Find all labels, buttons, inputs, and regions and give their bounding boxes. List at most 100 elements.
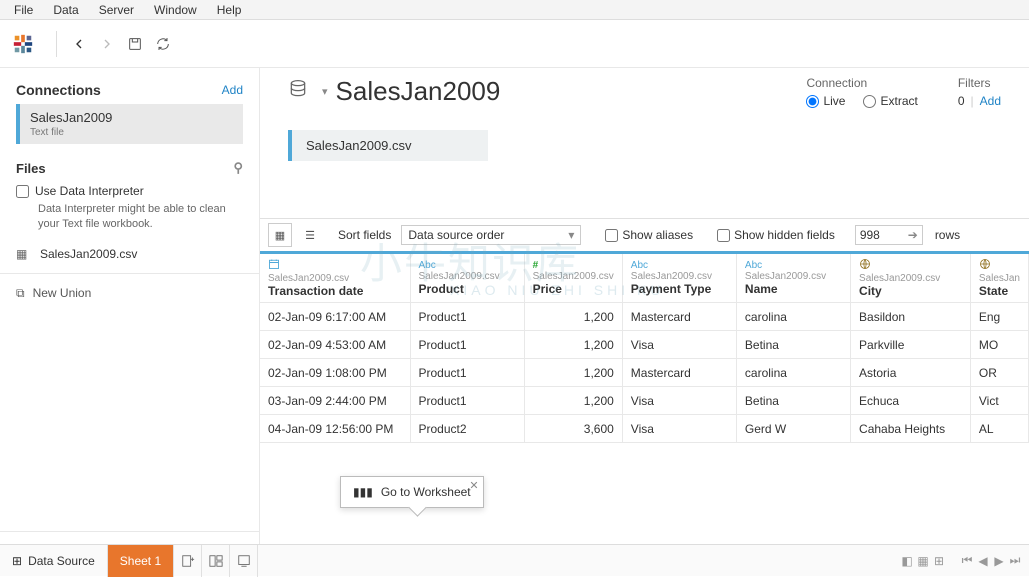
- connection-item[interactable]: SalesJan2009 Text file: [16, 104, 243, 144]
- table-cell[interactable]: 02-Jan-09 4:53:00 AM: [260, 331, 410, 359]
- table-cell[interactable]: Gerd W: [736, 415, 850, 443]
- table-cell[interactable]: Parkville: [851, 331, 971, 359]
- sort-fields-select[interactable]: Data source order▾: [401, 225, 581, 245]
- table-cell[interactable]: Product1: [410, 359, 524, 387]
- first-icon[interactable]: ⏮: [961, 555, 973, 567]
- data-grid: SalesJan2009.csvTransaction dateAbcSales…: [260, 251, 1029, 443]
- table-row[interactable]: 02-Jan-09 4:53:00 AMProduct11,200VisaBet…: [260, 331, 1029, 359]
- add-connection-link[interactable]: Add: [222, 83, 243, 97]
- table-cell[interactable]: Astoria: [851, 359, 971, 387]
- rows-input[interactable]: 998➔: [855, 225, 923, 245]
- connections-title: Connections: [16, 82, 101, 98]
- data-source-tab[interactable]: ⊞ Data Source: [0, 545, 108, 577]
- list-view-button[interactable]: ☰: [298, 223, 322, 247]
- search-icon[interactable]: ⚲: [233, 160, 243, 176]
- column-header[interactable]: SalesJan2009.csvCity: [851, 254, 971, 303]
- menu-window[interactable]: Window: [144, 1, 207, 19]
- column-header[interactable]: AbcSalesJan2009.csvPayment Type: [622, 254, 736, 303]
- table-cell[interactable]: Eng: [970, 303, 1028, 331]
- table-cell[interactable]: carolina: [736, 303, 850, 331]
- table-cell[interactable]: Basildon: [851, 303, 971, 331]
- table-cell[interactable]: 3,600: [524, 415, 622, 443]
- database-icon: [288, 76, 308, 107]
- prev-icon[interactable]: ◀: [977, 555, 989, 567]
- files-title: Files: [16, 161, 46, 176]
- table-cell[interactable]: 03-Jan-09 2:44:00 PM: [260, 387, 410, 415]
- connection-label: Connection: [806, 76, 917, 90]
- table-cell[interactable]: OR: [970, 359, 1028, 387]
- column-header[interactable]: #SalesJan2009.csvPrice: [524, 254, 622, 303]
- last-icon[interactable]: ⏭: [1009, 555, 1021, 567]
- live-radio[interactable]: Live: [806, 94, 845, 108]
- show-hidden-checkbox[interactable]: Show hidden fields: [717, 228, 835, 242]
- add-filter-link[interactable]: Add: [980, 94, 1001, 108]
- show-filmstrip-icon[interactable]: ◧: [901, 555, 913, 567]
- table-cell[interactable]: 1,200: [524, 331, 622, 359]
- close-icon[interactable]: ✕: [469, 479, 478, 492]
- back-button[interactable]: [65, 30, 93, 58]
- menu-server[interactable]: Server: [89, 1, 144, 19]
- new-dashboard-button[interactable]: [202, 545, 230, 577]
- table-cell[interactable]: Visa: [622, 331, 736, 359]
- table-cell[interactable]: Mastercard: [622, 359, 736, 387]
- sheet1-tab[interactable]: Sheet 1: [108, 545, 174, 577]
- column-header[interactable]: SalesJanState: [970, 254, 1028, 303]
- new-union-button[interactable]: ⧉ New Union: [0, 280, 259, 307]
- table-cell[interactable]: 1,200: [524, 387, 622, 415]
- join-canvas[interactable]: SalesJan2009.csv: [260, 108, 1029, 218]
- show-tabs-icon[interactable]: ⊞: [933, 555, 945, 567]
- table-cell[interactable]: 02-Jan-09 6:17:00 AM: [260, 303, 410, 331]
- table-cell[interactable]: carolina: [736, 359, 850, 387]
- forward-button[interactable]: [93, 30, 121, 58]
- connection-type: Text file: [30, 127, 233, 138]
- table-icon: ▦: [16, 247, 32, 261]
- use-data-interpreter-label: Use Data Interpreter: [35, 184, 144, 198]
- table-row[interactable]: 02-Jan-09 6:17:00 AMProduct11,200Masterc…: [260, 303, 1029, 331]
- table-cell[interactable]: 02-Jan-09 1:08:00 PM: [260, 359, 410, 387]
- table-cell[interactable]: Visa: [622, 415, 736, 443]
- menu-file[interactable]: File: [4, 1, 43, 19]
- table-row[interactable]: 02-Jan-09 1:08:00 PMProduct11,200Masterc…: [260, 359, 1029, 387]
- show-sheets-icon[interactable]: ▦: [917, 555, 929, 567]
- content-area: ▾ SalesJan2009 Connection Live Extract F…: [260, 68, 1029, 544]
- grid-view-button[interactable]: ▦: [268, 223, 292, 247]
- menu-bar: File Data Server Window Help: [0, 0, 1029, 20]
- table-cell[interactable]: Betina: [736, 331, 850, 359]
- table-cell[interactable]: Vict: [970, 387, 1028, 415]
- table-cell[interactable]: 04-Jan-09 12:56:00 PM: [260, 415, 410, 443]
- datasource-title[interactable]: ▾ SalesJan2009: [288, 76, 500, 107]
- column-header[interactable]: AbcSalesJan2009.csvProduct: [410, 254, 524, 303]
- table-cell[interactable]: MO: [970, 331, 1028, 359]
- table-cell[interactable]: Echuca: [851, 387, 971, 415]
- menu-data[interactable]: Data: [43, 1, 88, 19]
- table-row[interactable]: 04-Jan-09 12:56:00 PMProduct23,600VisaGe…: [260, 415, 1029, 443]
- save-button[interactable]: [121, 30, 149, 58]
- menu-help[interactable]: Help: [207, 1, 252, 19]
- table-cell[interactable]: 1,200: [524, 359, 622, 387]
- table-pill[interactable]: SalesJan2009.csv: [288, 130, 488, 161]
- new-worksheet-button[interactable]: [174, 545, 202, 577]
- connection-name: SalesJan2009: [30, 110, 233, 125]
- table-cell[interactable]: Product1: [410, 387, 524, 415]
- column-header[interactable]: SalesJan2009.csvTransaction date: [260, 254, 410, 303]
- refresh-button[interactable]: [149, 30, 177, 58]
- go-to-worksheet-tooltip[interactable]: ▮▮▮ Go to Worksheet ✕: [340, 476, 484, 508]
- table-cell[interactable]: Betina: [736, 387, 850, 415]
- column-header[interactable]: AbcSalesJan2009.csvName: [736, 254, 850, 303]
- show-aliases-checkbox[interactable]: Show aliases: [605, 228, 693, 242]
- table-cell[interactable]: Mastercard: [622, 303, 736, 331]
- extract-radio[interactable]: Extract: [863, 94, 917, 108]
- table-row[interactable]: 03-Jan-09 2:44:00 PMProduct11,200VisaBet…: [260, 387, 1029, 415]
- table-cell[interactable]: AL: [970, 415, 1028, 443]
- use-data-interpreter-checkbox[interactable]: [16, 185, 29, 198]
- table-cell[interactable]: 1,200: [524, 303, 622, 331]
- table-cell[interactable]: Product2: [410, 415, 524, 443]
- table-cell[interactable]: Product1: [410, 303, 524, 331]
- table-cell[interactable]: Product1: [410, 331, 524, 359]
- file-item[interactable]: ▦ SalesJan2009.csv: [0, 241, 259, 267]
- new-story-button[interactable]: [230, 545, 258, 577]
- table-cell[interactable]: Cahaba Heights: [851, 415, 971, 443]
- tableau-logo: [12, 33, 34, 55]
- table-cell[interactable]: Visa: [622, 387, 736, 415]
- next-icon[interactable]: ▶: [993, 555, 1005, 567]
